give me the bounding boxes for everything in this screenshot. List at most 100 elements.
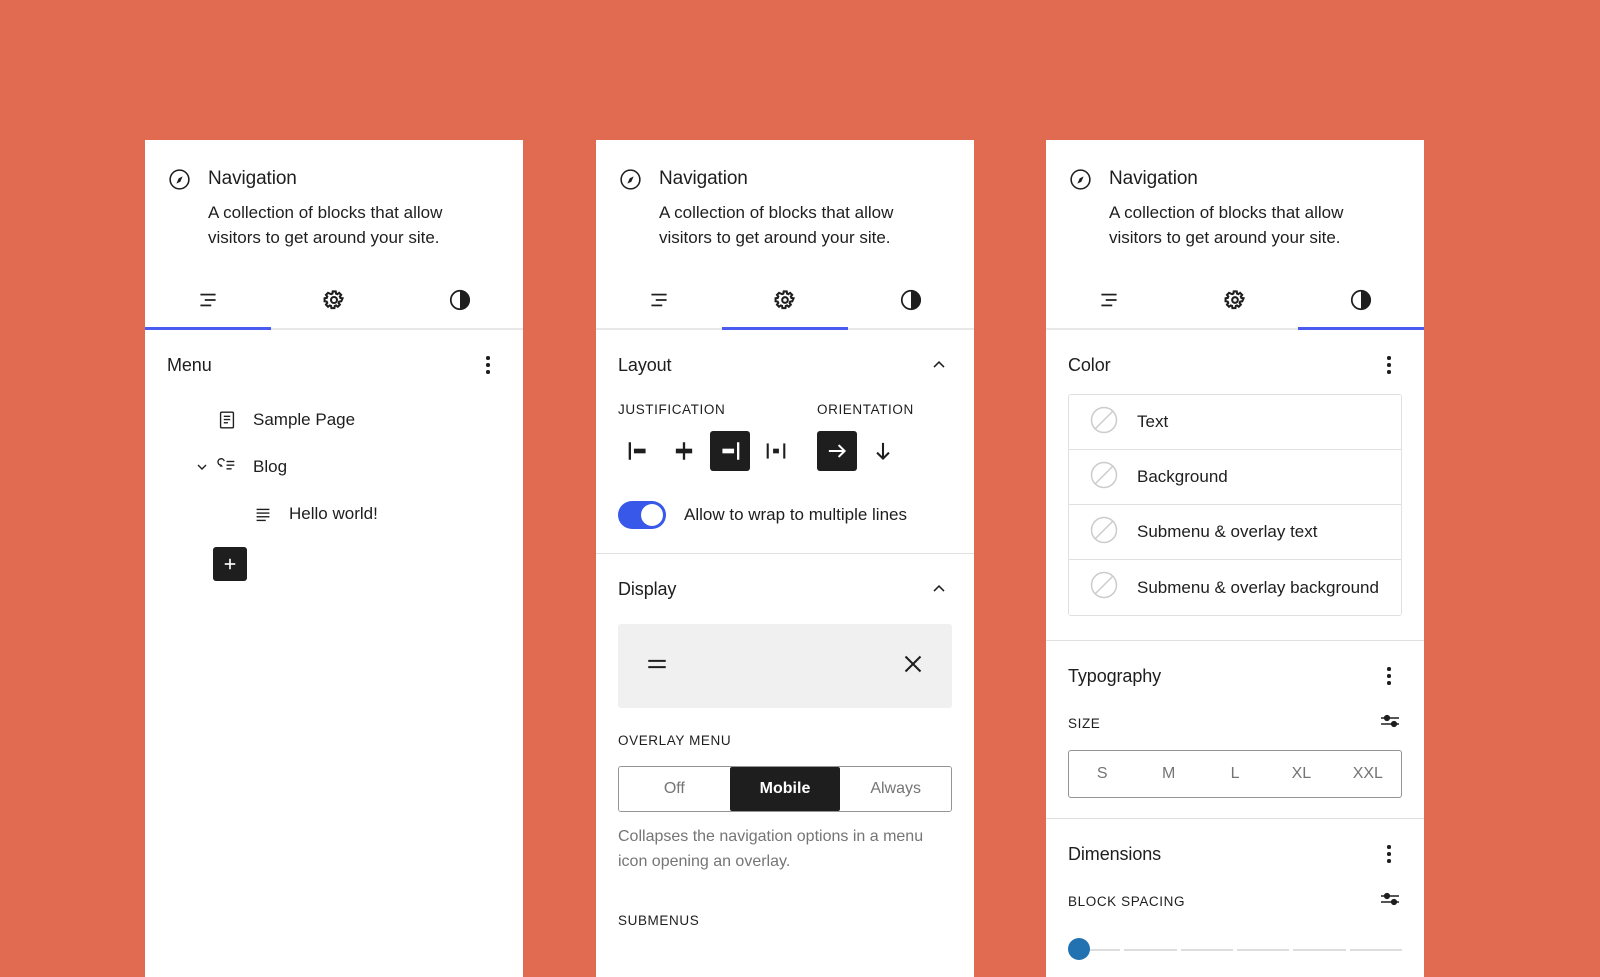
list-item[interactable]: Sample Page	[167, 396, 501, 443]
typography-title: Typography	[1068, 665, 1162, 686]
font-size-option-m[interactable]: M	[1135, 751, 1201, 797]
slider-track-segment	[1293, 949, 1346, 951]
tab-list-view[interactable]	[596, 272, 722, 328]
menu-section: Menu Sample Page Blog Hello world!	[145, 330, 523, 605]
submenus-label-row: Submenus	[618, 908, 952, 932]
font-size-option-xxl[interactable]: XXL	[1335, 751, 1401, 797]
block-spacing-slider[interactable]	[1068, 938, 1402, 960]
list-item-label: Blog	[253, 456, 288, 476]
menu-section-header: Menu	[167, 352, 501, 378]
sliders-icon[interactable]	[1378, 709, 1402, 738]
color-row-text[interactable]: Text	[1069, 395, 1401, 450]
block-card: Navigation A collection of blocks that a…	[596, 140, 974, 250]
plus-icon	[224, 558, 236, 570]
chevron-down-icon[interactable]	[191, 459, 213, 475]
font-size-option-s[interactable]: S	[1069, 751, 1135, 797]
layout-title: Layout	[618, 354, 672, 375]
inspector-panel-list-view: Navigation A collection of blocks that a…	[145, 140, 523, 977]
color-row-background[interactable]: Background	[1069, 450, 1401, 505]
close-icon[interactable]	[898, 649, 928, 684]
justify-space-between-button[interactable]	[756, 431, 796, 471]
block-description: A collection of blocks that allow visito…	[208, 203, 443, 247]
color-row-submenu-text[interactable]: Submenu & overlay text	[1069, 505, 1401, 560]
justify-right-icon	[722, 442, 740, 460]
list-item[interactable]: Hello world!	[167, 490, 501, 537]
dimensions-options-kebab-icon[interactable]	[1376, 841, 1402, 867]
tab-list-view[interactable]	[145, 272, 271, 330]
tab-styles[interactable]	[1298, 272, 1424, 330]
overlay-menu-label: Overlay Menu	[618, 732, 732, 748]
wrap-toggle[interactable]	[618, 501, 666, 529]
orientation-vertical-button[interactable]	[863, 431, 903, 471]
justify-space-between-icon	[766, 443, 786, 459]
orientation-control: Orientation	[817, 402, 952, 471]
half-circle-icon	[1350, 289, 1372, 311]
arrow-down-icon	[876, 442, 890, 461]
color-row-label: Text	[1137, 412, 1169, 431]
layout-section-header[interactable]: Layout	[618, 352, 952, 378]
color-row-submenu-background[interactable]: Submenu & overlay background	[1069, 560, 1401, 615]
overlay-menu-option-mobile[interactable]: Mobile	[729, 767, 841, 811]
gear-icon	[1224, 290, 1246, 310]
overlay-menu-option-off[interactable]: Off	[619, 767, 730, 811]
list-item-label: Sample Page	[253, 409, 356, 429]
justify-left-button[interactable]	[618, 431, 658, 471]
overlay-menu-help-text: Collapses the navigation options in a me…	[618, 828, 924, 870]
block-card-header: Navigation	[167, 166, 501, 192]
color-options-kebab-icon[interactable]	[1376, 352, 1402, 378]
justify-right-button[interactable]	[710, 431, 750, 471]
orientation-horizontal-button[interactable]	[817, 431, 857, 471]
justify-center-button[interactable]	[664, 431, 704, 471]
overlay-menu-toggle-group: Off Mobile Always	[618, 766, 952, 812]
menu-title: Menu	[167, 354, 212, 375]
dimensions-section-header: Dimensions	[1068, 841, 1402, 867]
color-section-header: Color	[1068, 352, 1402, 378]
chevron-up-icon[interactable]	[926, 352, 952, 378]
font-size-option-xl[interactable]: XL	[1268, 751, 1334, 797]
half-circle-icon	[449, 289, 471, 311]
font-size-option-l[interactable]: L	[1202, 751, 1268, 797]
chevron-up-icon[interactable]	[926, 576, 952, 602]
block-title: Navigation	[208, 168, 297, 189]
half-circle-icon	[900, 289, 922, 311]
dimensions-title: Dimensions	[1068, 843, 1162, 864]
tab-settings[interactable]	[271, 272, 397, 328]
inspector-panel-settings: Navigation A collection of blocks that a…	[596, 140, 974, 977]
post-list-icon	[213, 456, 241, 478]
color-options-list: Text Background Submenu & overlay text S…	[1068, 394, 1402, 616]
block-description: A collection of blocks that allow visito…	[1109, 203, 1344, 247]
orientation-options	[817, 431, 952, 471]
slider-track-segment	[1124, 949, 1177, 951]
none-swatch-icon	[1089, 515, 1119, 550]
tab-styles[interactable]	[397, 272, 523, 328]
hamburger-icon[interactable]	[642, 649, 672, 684]
compass-icon	[618, 167, 643, 192]
screenshot-stage: Navigation A collection of blocks that a…	[0, 0, 1600, 977]
color-row-label: Background	[1137, 467, 1228, 486]
display-section-header[interactable]: Display	[618, 576, 952, 602]
list-item[interactable]: Blog	[167, 443, 501, 490]
toggle-knob	[641, 504, 663, 526]
none-swatch-icon	[1089, 460, 1119, 495]
overlay-preview	[618, 624, 952, 708]
tab-list-view[interactable]	[1046, 272, 1172, 328]
block-spacing-label: Block spacing	[1068, 894, 1186, 909]
block-title: Navigation	[659, 168, 748, 189]
typography-options-kebab-icon[interactable]	[1376, 663, 1402, 689]
add-block-button[interactable]	[213, 547, 247, 581]
tab-styles[interactable]	[848, 272, 974, 328]
page-icon	[213, 409, 241, 431]
typography-section-header: Typography	[1068, 663, 1402, 689]
slider-thumb[interactable]	[1068, 938, 1090, 960]
gear-icon	[323, 290, 345, 310]
menu-options-kebab-icon[interactable]	[475, 352, 501, 378]
tab-settings[interactable]	[1172, 272, 1298, 328]
typography-section: Typography Size S M L XL XXL	[1046, 640, 1424, 818]
sliders-icon[interactable]	[1378, 887, 1402, 916]
tab-settings[interactable]	[722, 272, 848, 330]
block-card-header: Navigation	[618, 166, 952, 192]
list-item-label: Hello world!	[289, 503, 378, 523]
overlay-menu-option-always[interactable]: Always	[840, 767, 951, 811]
dimensions-section: Dimensions Block spacing	[1046, 818, 1424, 977]
compass-icon	[167, 167, 192, 192]
